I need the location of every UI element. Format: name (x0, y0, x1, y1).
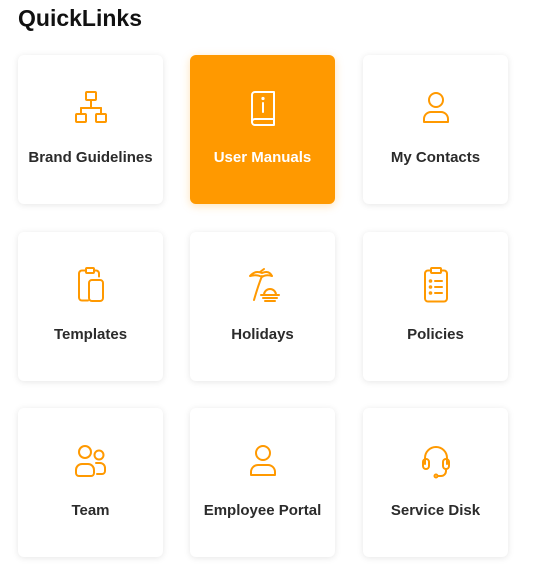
quicklink-label: Service Disk (390, 502, 481, 519)
quicklink-policies[interactable]: Policies (363, 232, 508, 381)
user-icon (419, 89, 453, 127)
quicklink-brand-guidelines[interactable]: Brand Guidelines (18, 55, 163, 204)
clipboard-list-icon (419, 266, 453, 304)
quicklink-user-manuals[interactable]: User Manuals (190, 55, 335, 204)
quicklink-label: My Contacts (390, 149, 481, 166)
quicklink-service-disk[interactable]: Service Disk (363, 408, 508, 557)
headset-icon (419, 442, 453, 480)
quicklink-label: User Manuals (213, 149, 312, 166)
beach-umbrella-icon (246, 266, 280, 304)
quicklink-label: Brand Guidelines (28, 149, 153, 166)
quicklink-holidays[interactable]: Holidays (190, 232, 335, 381)
manual-book-icon (246, 89, 280, 127)
quicklink-label: Holidays (231, 326, 294, 343)
page-title: QuickLinks (18, 5, 142, 31)
quicklink-templates[interactable]: Templates (18, 232, 163, 381)
team-icon (74, 442, 108, 480)
templates-icon (74, 266, 108, 304)
quicklink-label: Policies (407, 326, 464, 343)
sitemap-icon (74, 89, 108, 127)
quicklink-employee-portal[interactable]: Employee Portal (190, 408, 335, 557)
user-icon (246, 442, 280, 480)
quicklink-label: Employee Portal (203, 502, 322, 519)
quicklink-team[interactable]: Team (18, 408, 163, 557)
quicklink-label: Team (71, 502, 110, 519)
quicklink-label: Templates (53, 326, 128, 343)
quicklink-my-contacts[interactable]: My Contacts (363, 55, 508, 204)
